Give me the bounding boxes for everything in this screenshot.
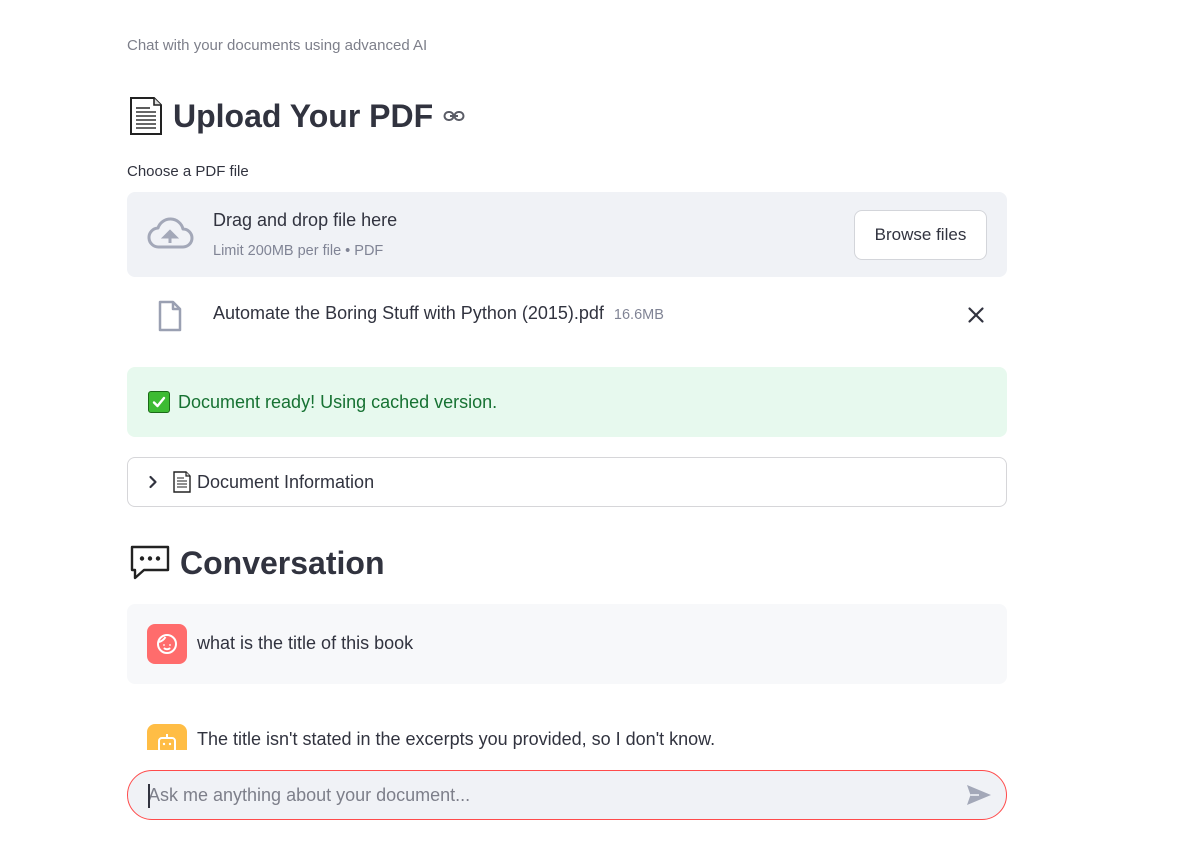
user-avatar-icon xyxy=(147,624,187,664)
send-icon[interactable] xyxy=(966,784,992,806)
check-box-icon xyxy=(148,391,170,413)
chat-input[interactable] xyxy=(148,771,948,819)
chevron-right-icon xyxy=(148,475,158,489)
uploaded-file-size: 16.6MB xyxy=(613,307,664,323)
uploaded-file-name: Automate the Boring Stuff with Python (2… xyxy=(213,303,664,324)
link-icon[interactable] xyxy=(443,109,465,123)
speech-bubble-icon xyxy=(128,543,172,583)
cloud-upload-icon xyxy=(146,216,194,257)
dropzone-instructions: Drag and drop file here xyxy=(213,210,398,230)
file-dropzone[interactable]: Drag and drop file here Limit 200MB per … xyxy=(127,192,1007,277)
bot-avatar-icon xyxy=(147,724,187,750)
uploaded-file-row: Automate the Boring Stuff with Python (2… xyxy=(127,294,1007,338)
status-text: Document ready! Using cached version. xyxy=(178,391,498,412)
upload-section-title: Upload Your PDF xyxy=(173,97,434,134)
chat-input-container[interactable] xyxy=(127,770,1007,820)
page-document-icon xyxy=(127,96,165,136)
conversation-heading: Conversation xyxy=(128,543,384,583)
status-success-alert: Document ready! Using cached version. xyxy=(127,367,1007,437)
app-page: Chat with your documents using advanced … xyxy=(0,0,1198,867)
chat-message-user: what is the title of this book xyxy=(127,604,1007,684)
browse-files-button[interactable]: Browse files xyxy=(854,210,987,260)
conversation-title: Conversation xyxy=(180,544,385,581)
file-icon xyxy=(157,300,183,337)
page-document-icon xyxy=(172,471,192,493)
app-subtitle: Chat with your documents using advanced … xyxy=(127,37,428,54)
text-caret xyxy=(148,784,150,808)
chat-message-assistant: The title isn't stated in the excerpts y… xyxy=(127,720,1007,750)
expander-label: Document Information xyxy=(197,471,375,492)
upload-section-heading: Upload Your PDF xyxy=(127,96,465,136)
assistant-message-text: The title isn't stated in the excerpts y… xyxy=(197,729,716,749)
dropzone-limit: Limit 200MB per file • PDF xyxy=(213,243,384,259)
uploader-label: Choose a PDF file xyxy=(127,163,249,180)
user-message-text: what is the title of this book xyxy=(197,633,414,653)
uploaded-file-name-text: Automate the Boring Stuff with Python (2… xyxy=(213,303,604,323)
document-info-expander[interactable]: Document Information xyxy=(127,457,1007,507)
close-icon[interactable] xyxy=(967,306,985,324)
